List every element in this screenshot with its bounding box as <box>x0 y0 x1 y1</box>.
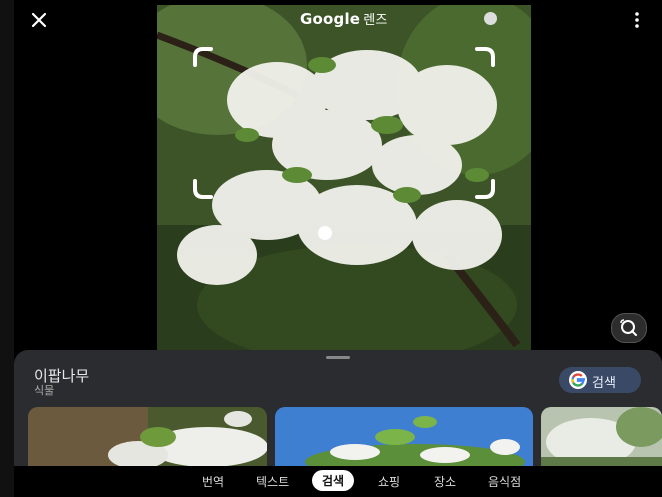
bottom-mode-tabs: 번역 텍스트 검색 쇼핑 장소 음식점 <box>14 466 662 497</box>
top-bar: Google 렌즈 <box>14 0 662 40</box>
shutter-dot-button[interactable] <box>484 12 497 25</box>
google-search-button[interactable]: 검색 <box>559 367 641 393</box>
tab-translate[interactable]: 번역 <box>202 473 224 490</box>
lens-search-button[interactable] <box>611 313 647 343</box>
photo-illustration <box>157 5 531 351</box>
focus-point[interactable] <box>318 226 332 240</box>
tab-shopping[interactable]: 쇼핑 <box>378 473 400 490</box>
sheet-drag-handle[interactable] <box>326 356 350 359</box>
result-category: 식물 <box>34 384 55 397</box>
result-image-1[interactable] <box>28 407 267 466</box>
tab-restaurants[interactable]: 음식점 <box>488 473 521 490</box>
result-image-2[interactable] <box>275 407 533 466</box>
tab-text[interactable]: 텍스트 <box>256 473 289 490</box>
google-search-label: 검색 <box>592 376 616 391</box>
lens-screen: Google 렌즈 이팝나무 식물 검색 번역 텍스트 검색 쇼핑 장소 음식점 <box>14 0 662 497</box>
tab-search[interactable]: 검색 <box>312 470 355 491</box>
results-sheet: 이팝나무 식물 검색 <box>14 350 662 466</box>
tab-places[interactable]: 장소 <box>434 473 456 490</box>
lens-search-icon <box>620 319 637 336</box>
app-title-suffix: 렌즈 <box>363 13 388 28</box>
app-title-brand: Google <box>300 10 361 28</box>
app-title: Google 렌즈 <box>300 9 388 28</box>
more-options-button[interactable] <box>632 10 642 30</box>
more-vert-icon <box>635 12 639 28</box>
close-button[interactable] <box>27 8 51 32</box>
camera-photo[interactable] <box>157 5 531 351</box>
google-g-icon <box>569 371 587 389</box>
close-icon <box>31 12 47 28</box>
result-image-3[interactable] <box>541 407 662 466</box>
